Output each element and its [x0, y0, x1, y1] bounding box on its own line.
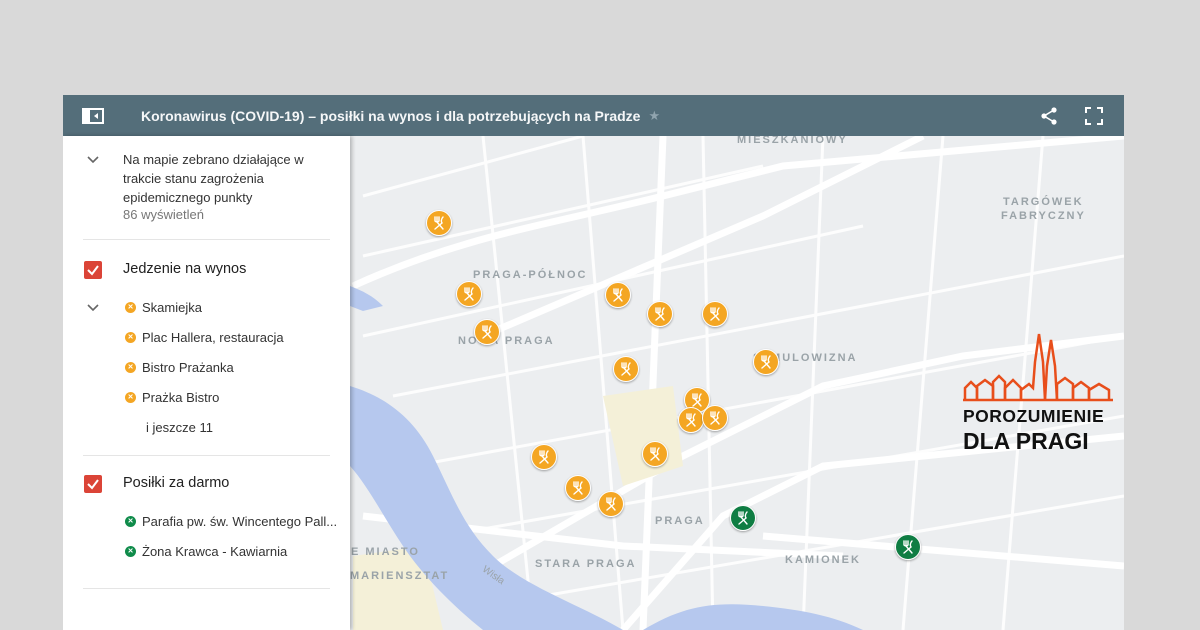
- map-label-stare-miasto: E MIASTO: [351, 546, 420, 558]
- more-items-link[interactable]: i jeszcze 11: [146, 420, 213, 435]
- map-label-fabryczny: FABRYCZNY: [1001, 210, 1086, 222]
- list-item[interactable]: Żona Krawca - Kawiarnia: [125, 544, 287, 559]
- map-marker[interactable]: [895, 534, 921, 560]
- list-item[interactable]: Prażka Bistro: [125, 390, 219, 405]
- map-marker[interactable]: [474, 319, 500, 345]
- divider: [83, 455, 330, 456]
- map-label-stara-praga: STARA PRAGA: [535, 558, 637, 570]
- fork-knife-icon: [434, 216, 444, 230]
- fork-knife-icon: [125, 392, 136, 403]
- map-label-targowek: TARGÓWEK: [1003, 196, 1084, 208]
- logo: POROZUMIENIE DLA PRAGI: [963, 332, 1113, 454]
- list-item[interactable]: Skamiejka: [125, 300, 202, 315]
- fullscreen-icon[interactable]: [1085, 107, 1103, 125]
- divider: [83, 588, 330, 589]
- list-item[interactable]: Parafia pw. św. Wincentego Pall...: [125, 514, 337, 529]
- fork-knife-icon: [903, 540, 913, 554]
- fork-knife-icon: [738, 511, 748, 525]
- skyline-logo-icon: [963, 333, 1113, 402]
- divider: [83, 239, 330, 240]
- logo-line-2: DLA PRAGI: [963, 428, 1089, 454]
- check-icon: [87, 265, 99, 276]
- map-marker[interactable]: [702, 405, 728, 431]
- fork-knife-icon: [125, 302, 136, 313]
- map-marker[interactable]: [456, 281, 482, 307]
- map-marker[interactable]: [642, 441, 668, 467]
- legend-panel: Na mapie zebrano działające w trakcie st…: [63, 136, 350, 630]
- map-marker[interactable]: [598, 491, 624, 517]
- fork-knife-icon: [621, 362, 631, 376]
- chevron-down-icon[interactable]: [87, 304, 99, 312]
- map-description: Na mapie zebrano działające w trakcie st…: [123, 152, 304, 205]
- fork-knife-icon: [125, 362, 136, 373]
- fork-knife-icon: [613, 288, 623, 302]
- side-panel-icon[interactable]: [82, 107, 104, 124]
- layer-title-free-meals: Posiłki za darmo: [123, 475, 230, 491]
- layer-checkbox-free-meals[interactable]: [84, 475, 102, 493]
- layer-checkbox-takeaway[interactable]: [84, 261, 102, 279]
- fork-knife-icon: [761, 355, 771, 369]
- list-item[interactable]: Bistro Prażanka: [125, 360, 234, 375]
- map-marker[interactable]: [702, 301, 728, 327]
- fork-knife-icon: [710, 307, 720, 321]
- layer-title-takeaway: Jedzenie na wynos: [123, 261, 247, 277]
- map-marker[interactable]: [531, 444, 557, 470]
- fork-knife-icon: [125, 546, 136, 557]
- map-marker[interactable]: [605, 282, 631, 308]
- map-marker[interactable]: [647, 301, 673, 327]
- fork-knife-icon: [573, 481, 583, 495]
- map-marker[interactable]: [565, 475, 591, 501]
- logo-line-1: POROZUMIENIE: [963, 406, 1105, 426]
- map-marker[interactable]: [730, 505, 756, 531]
- map-label-praga-polnoc: PRAGA-PÓŁNOC: [473, 269, 588, 281]
- fork-knife-icon: [482, 325, 492, 339]
- map-marker[interactable]: [426, 210, 452, 236]
- share-icon[interactable]: [1041, 107, 1057, 125]
- map-marker[interactable]: [613, 356, 639, 382]
- fork-knife-icon: [655, 307, 665, 321]
- star-icon[interactable]: ★: [648, 108, 660, 124]
- map-label-mariensztat: MARIENSZTAT: [350, 570, 450, 582]
- fork-knife-icon: [464, 287, 474, 301]
- map-marker[interactable]: [678, 407, 704, 433]
- fork-knife-icon: [686, 413, 696, 427]
- fork-knife-icon: [710, 411, 720, 425]
- fork-knife-icon: [650, 447, 660, 461]
- map-title: Koronawirus (COVID-19) – posiłki na wyno…: [141, 107, 641, 124]
- map-label-nowa-praga: NOWA PRAGA: [458, 335, 555, 347]
- fork-knife-icon: [539, 450, 549, 464]
- check-icon: [87, 479, 99, 490]
- view-count: 86 wyświetleń: [123, 207, 204, 222]
- map-label-kamionek: KAMIONEK: [785, 554, 861, 566]
- fork-knife-icon: [692, 393, 702, 407]
- chevron-down-icon[interactable]: [87, 156, 99, 164]
- map-marker[interactable]: [753, 349, 779, 375]
- list-item[interactable]: Plac Hallera, restauracja: [125, 330, 284, 345]
- fork-knife-icon: [606, 497, 616, 511]
- fork-knife-icon: [125, 516, 136, 527]
- map-label-praga: PRAGA: [655, 515, 705, 527]
- fork-knife-icon: [125, 332, 136, 343]
- map-header: Koronawirus (COVID-19) – posiłki na wyno…: [63, 95, 1124, 136]
